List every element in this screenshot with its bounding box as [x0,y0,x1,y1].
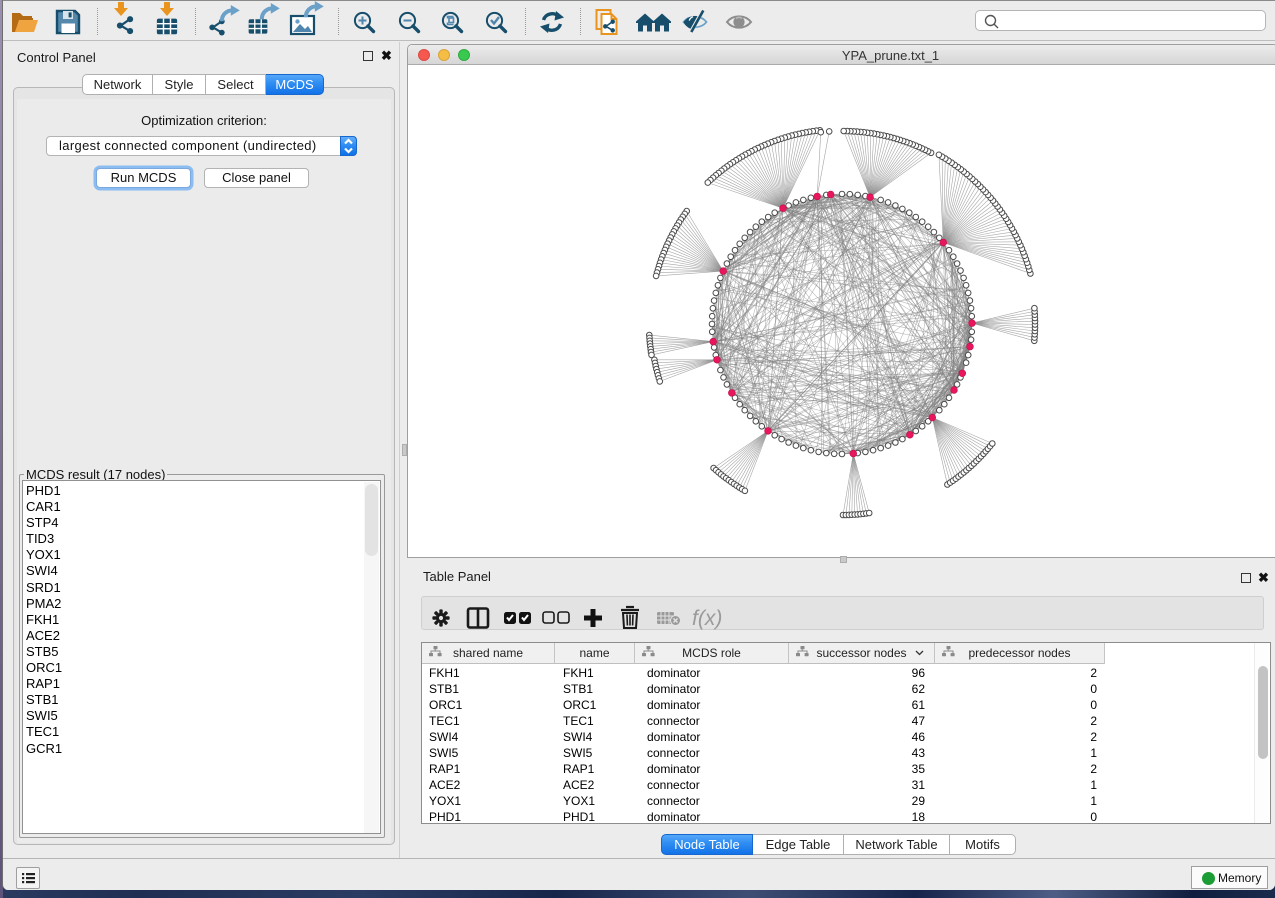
svg-text:f(x): f(x) [692,607,722,630]
